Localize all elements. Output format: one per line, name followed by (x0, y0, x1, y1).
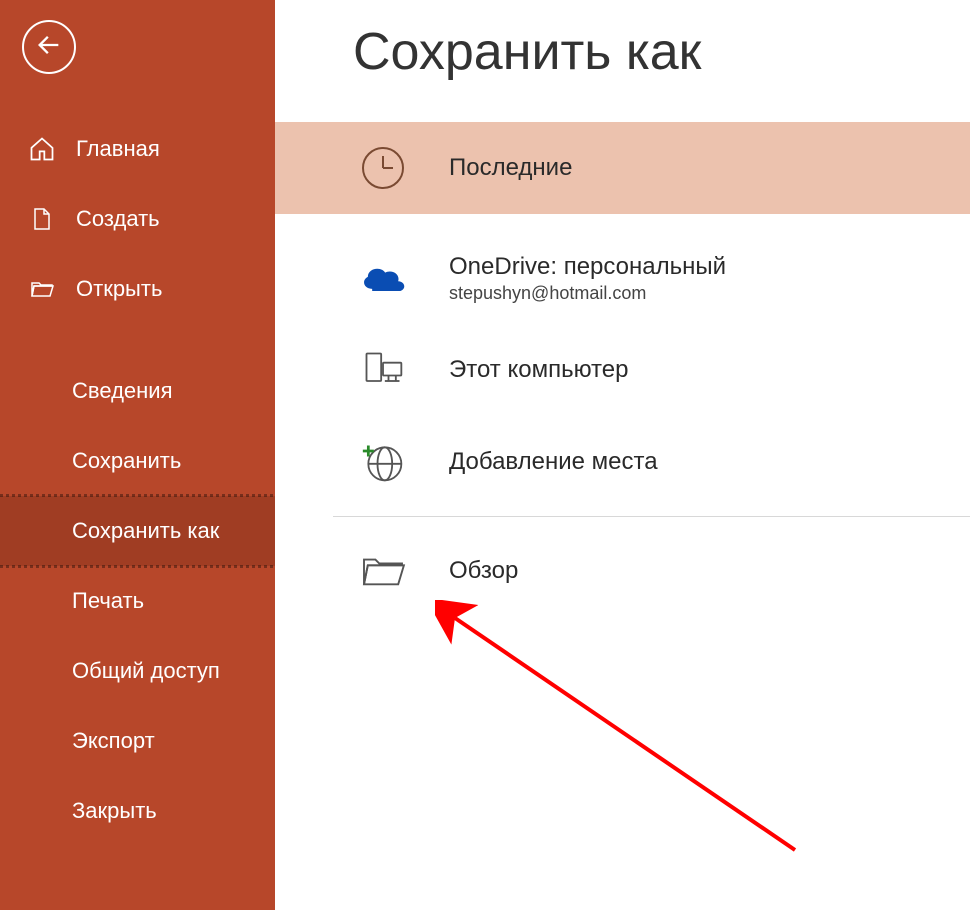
location-divider (333, 516, 970, 517)
nav-export-label: Экспорт (72, 728, 155, 754)
save-locations-list: Последние OneDrive: персональный stepush… (275, 122, 970, 617)
nav-save-as-label: Сохранить как (72, 518, 219, 544)
nav-home-label: Главная (76, 136, 160, 162)
onedrive-icon (353, 248, 413, 308)
location-recent[interactable]: Последние (275, 122, 970, 214)
folder-icon (353, 541, 413, 601)
backstage-view: Главная Создать Открыть Сведения Сохрани… (0, 0, 970, 910)
new-file-icon (26, 203, 58, 235)
back-button[interactable] (22, 20, 76, 74)
location-this-pc-label: Этот компьютер (449, 356, 628, 384)
nav-new-label: Создать (76, 206, 160, 232)
nav-save-label: Сохранить (72, 448, 181, 474)
location-add-place[interactable]: Добавление места (275, 416, 970, 508)
nav-separator (0, 324, 275, 356)
location-browse[interactable]: Обзор (275, 525, 970, 617)
location-this-pc[interactable]: Этот компьютер (275, 324, 970, 416)
annotation-arrow-icon (435, 600, 815, 860)
main-panel: Сохранить как Последние (275, 0, 970, 910)
nav-save-as[interactable]: Сохранить как (0, 496, 275, 566)
nav-share-label: Общий доступ (72, 658, 220, 684)
location-recent-label: Последние (449, 154, 572, 182)
add-place-icon (353, 432, 413, 492)
nav-info-label: Сведения (72, 378, 173, 404)
nav-share[interactable]: Общий доступ (0, 636, 275, 706)
nav-home[interactable]: Главная (0, 114, 275, 184)
this-pc-icon (353, 340, 413, 400)
clock-icon (353, 138, 413, 198)
location-onedrive[interactable]: OneDrive: персональный stepushyn@hotmail… (275, 232, 970, 324)
nav-new[interactable]: Создать (0, 184, 275, 254)
location-add-place-label: Добавление места (449, 448, 658, 476)
nav-print[interactable]: Печать (0, 566, 275, 636)
location-browse-label: Обзор (449, 557, 518, 585)
page-title: Сохранить как (275, 22, 970, 82)
home-icon (26, 133, 58, 165)
location-onedrive-label: OneDrive: персональный (449, 253, 726, 281)
nav-save[interactable]: Сохранить (0, 426, 275, 496)
nav-print-label: Печать (72, 588, 144, 614)
nav-open-label: Открыть (76, 276, 162, 302)
nav-open[interactable]: Открыть (0, 254, 275, 324)
nav-export[interactable]: Экспорт (0, 706, 275, 776)
nav-close-label: Закрыть (72, 798, 157, 824)
backstage-sidebar: Главная Создать Открыть Сведения Сохрани… (0, 0, 275, 910)
folder-open-icon (26, 273, 58, 305)
nav-close[interactable]: Закрыть (0, 776, 275, 846)
arrow-left-icon (35, 31, 63, 64)
nav-info[interactable]: Сведения (0, 356, 275, 426)
location-onedrive-sub: stepushyn@hotmail.com (449, 283, 726, 304)
